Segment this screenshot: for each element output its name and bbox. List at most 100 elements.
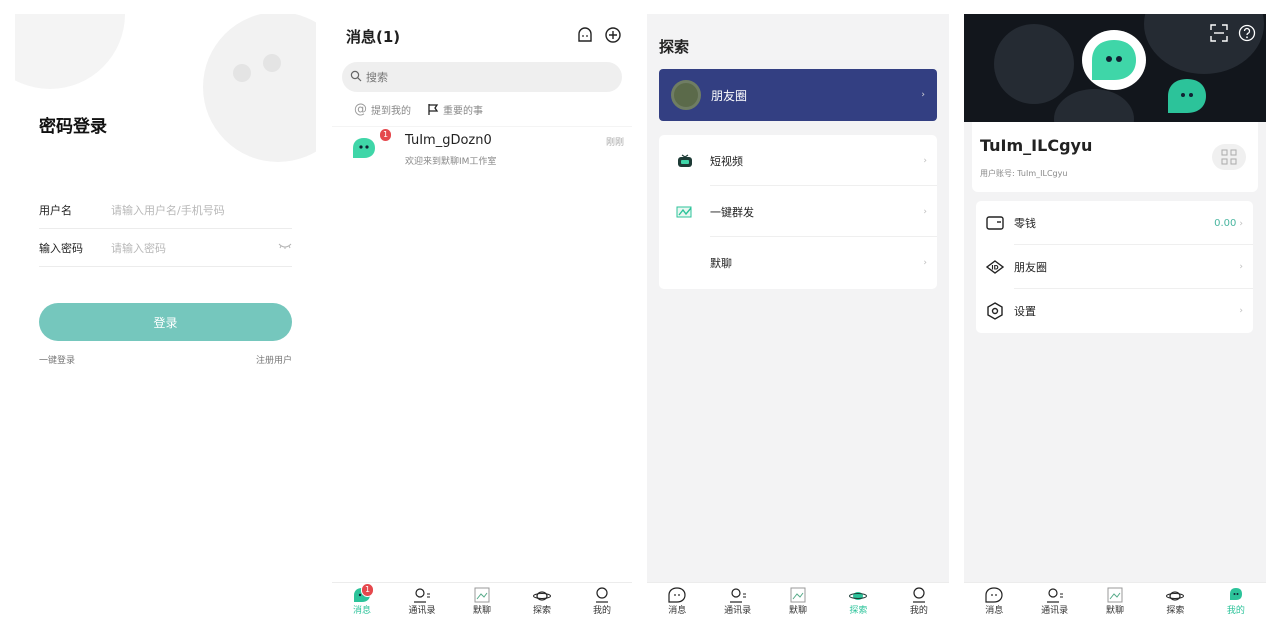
password-input[interactable]: 请输入密码 bbox=[111, 240, 278, 256]
tab-bar: 消息 通讯录 默聊 探索 我的 bbox=[647, 582, 949, 618]
menu-item-moments[interactable]: ID 朋友圈 › bbox=[976, 245, 1253, 289]
wallet-balance: 0.00 bbox=[1214, 217, 1237, 229]
ghost-mascot-icon bbox=[1166, 77, 1208, 119]
conversation-time: 刚刚 bbox=[605, 138, 624, 148]
chevron-right-icon: › bbox=[921, 90, 925, 100]
filter-important[interactable]: 重要的事 bbox=[427, 102, 483, 117]
tab-messages[interactable]: 消息 bbox=[964, 583, 1024, 618]
login-screen: 密码登录 用户名 请输入用户名/手机号码 输入密码 请输入密码 登录 一键登录 … bbox=[15, 14, 316, 618]
id-badge-icon: ID bbox=[976, 260, 1014, 274]
decorative-blob bbox=[994, 24, 1074, 104]
search-icon bbox=[350, 70, 362, 85]
list-item-short-video[interactable]: 短视频 › bbox=[659, 135, 937, 186]
chevron-right-icon: › bbox=[923, 257, 927, 268]
conversation-preview: 欢迎来到默聊IM工作室 bbox=[405, 157, 497, 167]
add-circle-icon[interactable] bbox=[604, 26, 622, 48]
decorative-blob bbox=[1054, 89, 1134, 122]
tab-messages[interactable]: 消息 bbox=[647, 583, 707, 618]
tab-me[interactable]: 我的 bbox=[572, 583, 632, 618]
chevron-right-icon: › bbox=[1239, 262, 1243, 272]
tab-bar: 1 消息 通讯录 默聊 探索 我的 bbox=[332, 582, 632, 618]
eye-closed-icon[interactable] bbox=[278, 242, 292, 253]
featured-label: 朋友圈 bbox=[711, 88, 748, 103]
messages-screen: 消息(1) 搜索 @ 提到我的 重要的事 1 TuIm_gDozn0 欢迎来到默… bbox=[332, 14, 632, 618]
explore-screen: 探索 朋友圈 › 短视频 › 一键群发 › 默聊 › 消息 通讯录 默聊 探索 … bbox=[647, 14, 949, 618]
profile-banner bbox=[964, 14, 1266, 122]
tab-me[interactable]: 我的 bbox=[889, 583, 949, 618]
broadcast-icon bbox=[659, 205, 710, 219]
page-title: 探索 bbox=[659, 38, 690, 56]
user-icon bbox=[1227, 587, 1245, 603]
page-title: 消息(1) bbox=[346, 28, 401, 46]
tab-chat[interactable]: 默聊 bbox=[452, 583, 512, 618]
user-icon bbox=[910, 587, 928, 603]
wallet-icon bbox=[976, 215, 1014, 231]
ghost-eye bbox=[263, 54, 281, 72]
messages-icon bbox=[985, 587, 1003, 603]
tab-explore[interactable]: 探索 bbox=[1145, 583, 1205, 618]
planet-icon bbox=[1166, 587, 1185, 603]
menu-item-wallet[interactable]: 零钱 0.00 › bbox=[976, 201, 1253, 245]
password-label: 输入密码 bbox=[39, 241, 83, 255]
contacts-icon bbox=[729, 587, 747, 603]
chevron-right-icon: › bbox=[1239, 218, 1243, 229]
messages-icon bbox=[668, 587, 686, 603]
broken-image-icon bbox=[474, 587, 490, 603]
username-label: 用户名 bbox=[39, 203, 72, 217]
qrcode-icon[interactable] bbox=[1212, 144, 1246, 170]
tv-icon bbox=[659, 154, 710, 168]
chevron-right-icon: › bbox=[1239, 306, 1243, 316]
explore-list: 短视频 › 一键群发 › 默聊 › bbox=[659, 135, 937, 289]
conversation-name: TuIm_gDozn0 bbox=[405, 133, 492, 148]
tab-me[interactable]: 我的 bbox=[1206, 583, 1266, 618]
login-button[interactable]: 登录 bbox=[39, 303, 292, 341]
flag-icon bbox=[427, 103, 439, 116]
scan-icon[interactable] bbox=[1210, 24, 1228, 46]
user-info-card: TuIm_ILCgyu 用户账号: TuIm_ILCgyu bbox=[972, 122, 1258, 192]
planet-icon bbox=[533, 587, 551, 603]
search-input[interactable]: 搜索 bbox=[342, 62, 622, 92]
tab-chat[interactable]: 默聊 bbox=[768, 583, 828, 618]
moments-featured-card[interactable]: 朋友圈 › bbox=[659, 69, 937, 121]
tab-explore[interactable]: 探索 bbox=[828, 583, 888, 618]
ghost-eye bbox=[233, 64, 251, 82]
conversation-item[interactable]: 1 TuIm_gDozn0 欢迎来到默聊IM工作室 刚刚 bbox=[332, 126, 632, 170]
settings-icon bbox=[976, 302, 1014, 320]
tab-explore[interactable]: 探索 bbox=[512, 583, 572, 618]
broken-image-icon bbox=[1107, 587, 1123, 603]
tab-contacts[interactable]: 通讯录 bbox=[707, 583, 767, 618]
list-item-molia[interactable]: 默聊 › bbox=[659, 237, 937, 288]
planet-icon bbox=[849, 587, 868, 603]
avatar bbox=[671, 80, 701, 110]
profile-screen: TuIm_ILCgyu 用户账号: TuIm_ILCgyu 零钱 0.00 › I… bbox=[964, 14, 1266, 618]
username-input[interactable]: 请输入用户名/手机号码 bbox=[111, 202, 292, 218]
tab-messages[interactable]: 1 消息 bbox=[332, 583, 392, 618]
list-item-mass-send[interactable]: 一键群发 › bbox=[659, 186, 937, 237]
search-placeholder: 搜索 bbox=[366, 71, 388, 84]
menu-item-settings[interactable]: 设置 › bbox=[976, 289, 1253, 333]
decorative-bubble bbox=[15, 14, 125, 89]
tab-contacts[interactable]: 通讯录 bbox=[1024, 583, 1084, 618]
avatar bbox=[352, 137, 376, 163]
user-icon bbox=[593, 587, 611, 603]
svg-text:ID: ID bbox=[991, 265, 998, 272]
help-icon[interactable] bbox=[1238, 24, 1256, 46]
password-field[interactable]: 输入密码 请输入密码 bbox=[39, 229, 292, 267]
chat-bubble-icon[interactable] bbox=[576, 26, 594, 48]
chevron-right-icon: › bbox=[923, 155, 927, 166]
tab-contacts[interactable]: 通讯录 bbox=[392, 583, 452, 618]
tab-chat[interactable]: 默聊 bbox=[1085, 583, 1145, 618]
chevron-right-icon: › bbox=[923, 206, 927, 217]
unread-badge: 1 bbox=[379, 128, 393, 142]
filter-mentions[interactable]: @ 提到我的 bbox=[354, 102, 411, 117]
profile-menu: 零钱 0.00 › ID 朋友圈 › 设置 › bbox=[976, 201, 1253, 333]
quick-login-link[interactable]: 一键登录 bbox=[39, 353, 75, 366]
tab-bar: 消息 通讯录 默聊 探索 我的 bbox=[964, 582, 1266, 618]
tab-badge: 1 bbox=[361, 583, 375, 597]
avatar[interactable] bbox=[1082, 30, 1146, 90]
contacts-icon bbox=[1046, 587, 1064, 603]
user-account: 用户账号: TuIm_ILCgyu bbox=[980, 169, 1068, 178]
broken-image-icon bbox=[790, 587, 806, 603]
username-field[interactable]: 用户名 请输入用户名/手机号码 bbox=[39, 191, 292, 229]
register-link[interactable]: 注册用户 bbox=[256, 353, 292, 366]
